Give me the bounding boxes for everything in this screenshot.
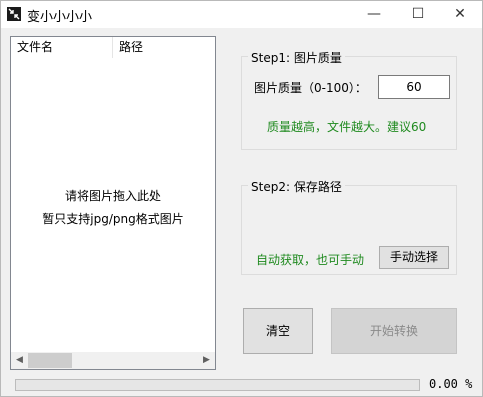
window-title: 变小小小小 <box>27 10 93 25</box>
quality-input[interactable]: 60 <box>378 75 450 99</box>
auto-path-text: 自动获取，也可手动 <box>256 253 365 267</box>
drop-hint: 请将图片拖入此处 <box>64 189 161 203</box>
scroll-thumb[interactable] <box>28 353 72 368</box>
maximize-button[interactable]: ☐ <box>397 1 439 28</box>
step1-title: Step1: 图片质量 <box>248 49 345 66</box>
title-bar[interactable]: 变小小小小 — ☐ ✕ <box>1 1 482 28</box>
column-header-path[interactable]: 路径 <box>113 37 215 58</box>
progress-text: 0.00 % <box>429 377 473 391</box>
horizontal-scrollbar[interactable]: ◀ ▶ <box>11 352 215 369</box>
minimize-button[interactable]: — <box>353 1 395 28</box>
column-header-filename[interactable]: 文件名 <box>11 37 113 58</box>
compress-arrows-icon <box>7 7 21 21</box>
clear-button[interactable]: 清空 <box>243 308 313 354</box>
progress-bar <box>15 379 420 391</box>
start-convert-button[interactable]: 开始转换 <box>331 308 457 354</box>
close-button[interactable]: ✕ <box>439 1 481 28</box>
quality-tip: 质量越高，文件越大。建议60 <box>267 120 427 134</box>
format-hint: 暂只支持jpg/png格式图片 <box>42 212 184 226</box>
step2-title: Step2: 保存路径 <box>248 178 345 195</box>
app-window: 变小小小小 — ☐ ✕ 文件名 路径 请将图片拖入此处 暂只支持jpg/png格… <box>0 0 483 397</box>
file-drop-list[interactable]: 文件名 路径 请将图片拖入此处 暂只支持jpg/png格式图片 ◀ ▶ <box>10 36 216 370</box>
scroll-left-icon[interactable]: ◀ <box>11 352 28 369</box>
step1-group: Step1: 图片质量 <box>241 49 457 150</box>
quality-label: 图片质量（0-100）： <box>254 81 367 95</box>
manual-select-button[interactable]: 手动选择 <box>379 246 449 269</box>
scroll-right-icon[interactable]: ▶ <box>198 352 215 369</box>
